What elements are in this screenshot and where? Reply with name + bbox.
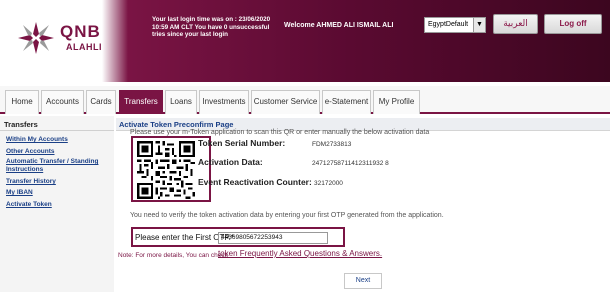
scan-instruction: Please use your m-Token application to s… <box>130 129 430 136</box>
token-serial-label: Token Serial Number: <box>198 138 286 148</box>
header: QNB ALAHLI Your last login time was on :… <box>0 0 610 82</box>
verify-instruction: You need to verify the token activation … <box>130 212 444 219</box>
sidebar-item-other-accounts[interactable]: Other Accounts <box>3 148 112 156</box>
tab-loans[interactable]: Loans <box>165 90 197 114</box>
sidebar: Transfers Within My Accounts Other Accou… <box>0 116 114 292</box>
sidebar-title: Transfers <box>0 118 114 131</box>
tab-transfers[interactable]: Transfers <box>119 90 163 114</box>
activation-data-label: Activation Data: <box>198 157 263 167</box>
qr-code <box>137 141 195 199</box>
sidebar-item-transfer-history[interactable]: Transfer History <box>3 178 112 186</box>
language-select-value: EgyptDefault <box>428 21 469 28</box>
main-content: Activate Token Preconfirm Page Please us… <box>116 116 610 292</box>
sidebar-item-automatic-transfer[interactable]: Automatic Transfer / Standing Instructio… <box>3 158 112 173</box>
logo-text: QNB <box>60 22 101 41</box>
tab-investments[interactable]: Investments <box>199 90 249 114</box>
activation-data-value: 24712758711412311932 8 <box>312 160 389 167</box>
token-serial-value: FDM2733813 <box>312 141 352 148</box>
logoff-button[interactable]: Log off <box>544 14 602 34</box>
otp-field-frame: Please enter the First OTP.* 44369805672… <box>131 227 345 247</box>
tab-home[interactable]: Home <box>5 90 39 114</box>
tab-e-statement[interactable]: e-Statement <box>322 90 371 114</box>
sidebar-item-my-iban[interactable]: My IBAN <box>3 189 112 197</box>
next-button[interactable]: Next <box>344 273 382 289</box>
sidebar-item-activate-token[interactable]: Activate Token <box>3 201 112 209</box>
last-login-info: Your last login time was on : 23/06/2020… <box>152 16 271 39</box>
otp-input[interactable]: 44369805672253943 <box>218 232 328 244</box>
reactivation-counter-value: 32172000 <box>314 180 343 187</box>
tab-cards[interactable]: Cards <box>86 90 116 114</box>
language-select[interactable]: EgyptDefault ▼ <box>424 17 486 33</box>
tab-customer-service[interactable]: Customer Service <box>251 90 320 114</box>
qnb-logo[interactable]: QNB ALAHLI <box>16 20 112 62</box>
chevron-down-icon[interactable]: ▼ <box>473 18 485 32</box>
logo-subtext: ALAHLI <box>66 42 102 52</box>
note-text: Note: For more details, You can check <box>118 252 228 259</box>
qnb-logo-icon <box>18 22 54 54</box>
main-nav: Home Accounts Cards Transfers Loans Inve… <box>0 86 610 114</box>
token-faq-link[interactable]: token Frequently Asked Questions & Answe… <box>218 249 382 258</box>
welcome-message: Welcome AHMED ALI ISMAIL ALI <box>284 22 394 29</box>
tab-accounts[interactable]: Accounts <box>41 90 84 114</box>
sidebar-item-within-my-accounts[interactable]: Within My Accounts <box>3 136 112 144</box>
arabic-language-button[interactable]: العربية <box>493 14 538 34</box>
tab-my-profile[interactable]: My Profile <box>373 90 420 114</box>
reactivation-counter-label: Event Reactivation Counter: <box>198 177 312 187</box>
